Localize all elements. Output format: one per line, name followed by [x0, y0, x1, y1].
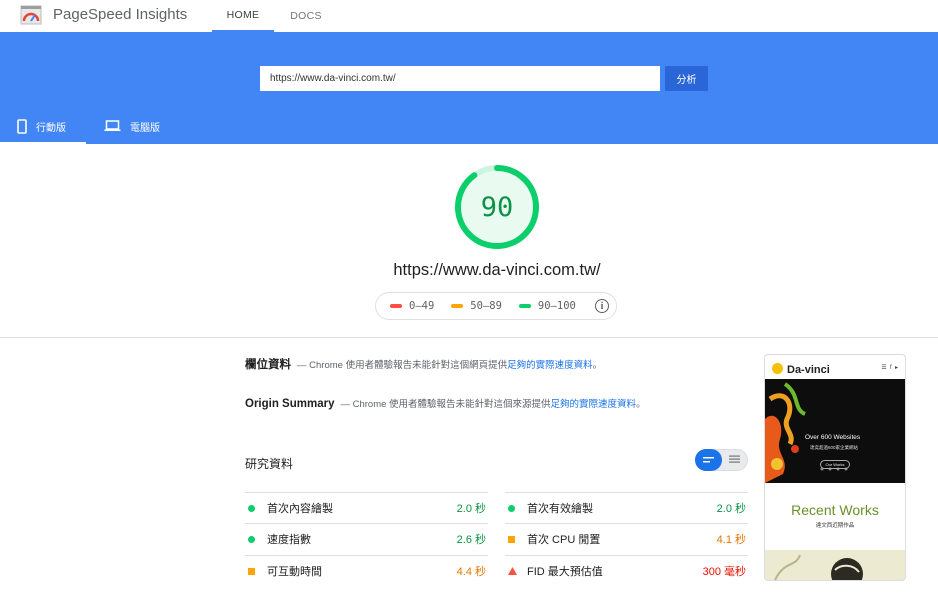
- app-title: PageSpeed Insights: [53, 6, 188, 23]
- field-data-period: 。: [592, 360, 603, 371]
- pass-dot-icon: [248, 535, 255, 543]
- origin-summary-link[interactable]: 足夠的實際速度資料: [551, 399, 637, 410]
- average-square-icon: [248, 567, 255, 575]
- view-toggle: [695, 449, 748, 471]
- tab-desktop-label: 電腦版: [130, 122, 160, 134]
- tab-mobile[interactable]: 行動版: [0, 108, 86, 144]
- metric-value: 4.1 秒: [716, 534, 746, 546]
- metric-label: 首次內容繪製: [267, 503, 333, 515]
- site-hero-subtitle: 達奕超過600家企業網站: [810, 445, 859, 450]
- performance-score: 90: [480, 191, 514, 223]
- score-legend: 0–49 50–89 90–100 i: [375, 292, 617, 320]
- metric-label: 首次 CPU 閒置: [527, 534, 601, 546]
- tab-desktop[interactable]: 電腦版: [104, 108, 160, 144]
- hero-panel: 分析 行動版 電腦版: [0, 32, 938, 144]
- average-square-icon: [508, 535, 515, 543]
- mobile-icon: [17, 118, 27, 134]
- final-screenshot-thumbnail: Da-vinci ☰ f ▸ Over 600 Websites 達奕超過600…: [764, 354, 906, 581]
- field-data-title: 欄位資料: [245, 359, 291, 371]
- metric-value: 300 毫秒: [702, 566, 746, 578]
- metric-max-potential-fid: FID 最大預估值 300 毫秒: [505, 555, 748, 586]
- metric-first-contentful-paint: 首次內容繪製 2.0 秒: [245, 492, 488, 523]
- legend-fail-swatch: [390, 304, 402, 308]
- pass-dot-icon: [508, 504, 515, 512]
- legend-item-pass: 90–100: [518, 300, 576, 312]
- site-section-title: Recent Works: [791, 502, 879, 518]
- url-input[interactable]: [260, 66, 660, 91]
- compact-view-icon: [702, 457, 714, 463]
- metric-speed-index: 速度指數 2.6 秒: [245, 523, 488, 554]
- site-brand: Da-vinci: [787, 364, 830, 376]
- info-icon[interactable]: i: [595, 299, 609, 313]
- field-data-link[interactable]: 足夠的實際速度資料: [507, 360, 593, 371]
- site-artwork-image: [765, 550, 905, 580]
- fail-triangle-icon: [508, 567, 517, 575]
- legend-average-swatch: [451, 304, 464, 308]
- compact-view-button[interactable]: [695, 449, 722, 471]
- legend-item-average: 50–89: [451, 300, 502, 312]
- expanded-view-icon: [728, 455, 740, 463]
- desktop-icon: [104, 120, 121, 131]
- legend-item-fail: 0–49: [390, 300, 434, 312]
- site-hero-image: Over 600 Websites 達奕超過600家企業網站 Our Works: [765, 379, 905, 483]
- tab-mobile-label: 行動版: [36, 122, 66, 134]
- site-section-subtitle: 達文西近期作品: [815, 523, 855, 529]
- legend-fail-label: 0–49: [409, 300, 435, 312]
- metric-first-meaningful-paint: 首次有效繪製 2.0 秒: [505, 492, 748, 523]
- metric-label: FID 最大預估值: [527, 566, 603, 578]
- top-bar: PageSpeed Insights HOME DOCS: [0, 0, 938, 32]
- metric-value: 2.6 秒: [456, 534, 486, 546]
- site-hero-button: Our Works: [820, 460, 850, 469]
- legend-pass-label: 90–100: [537, 300, 576, 312]
- metric-time-to-interactive: 可互動時間 4.4 秒: [245, 555, 488, 586]
- expanded-view-button[interactable]: [721, 449, 748, 471]
- metric-label: 首次有效繪製: [527, 503, 593, 515]
- pass-dot-icon: [248, 504, 255, 512]
- nav-home-tab[interactable]: HOME: [212, 0, 274, 32]
- metric-value: 2.0 秒: [456, 503, 486, 515]
- metric-label: 可互動時間: [267, 566, 322, 578]
- metric-value: 4.4 秒: [456, 566, 486, 578]
- metric-label: 速度指數: [267, 534, 311, 546]
- origin-summary-text: — Chrome 使用者體驗報告未能針對這個來源提供: [340, 399, 551, 410]
- metric-value: 2.0 秒: [716, 503, 746, 515]
- site-nav-icons: ☰ f ▸: [881, 365, 898, 371]
- site-hero-title: Over 600 Websites: [805, 434, 861, 441]
- origin-summary-line: Origin Summary — Chrome 使用者體驗報告未能針對這個來源提供…: [245, 396, 646, 410]
- site-logo-icon: [772, 363, 783, 374]
- divider: [0, 337, 938, 338]
- nav-docs-tab[interactable]: DOCS: [280, 0, 332, 32]
- tested-url: https://www.da-vinci.com.tw/: [393, 261, 601, 279]
- analyze-button[interactable]: 分析: [665, 66, 708, 91]
- legend-average-label: 50–89: [470, 300, 502, 312]
- metric-first-cpu-idle: 首次 CPU 閒置 4.1 秒: [505, 523, 748, 554]
- field-data-text: — Chrome 使用者體驗報告未能針對這個網頁提供: [297, 360, 508, 371]
- origin-summary-period: 。: [636, 399, 646, 410]
- field-data-line: 欄位資料 — Chrome 使用者體驗報告未能針對這個網頁提供足夠的實際速度資料。: [245, 356, 602, 372]
- lab-data-title: 研究資料: [245, 457, 294, 471]
- pagespeed-logo-icon: [20, 5, 42, 25]
- legend-pass-swatch: [518, 304, 531, 308]
- origin-summary-title: Origin Summary: [245, 398, 335, 410]
